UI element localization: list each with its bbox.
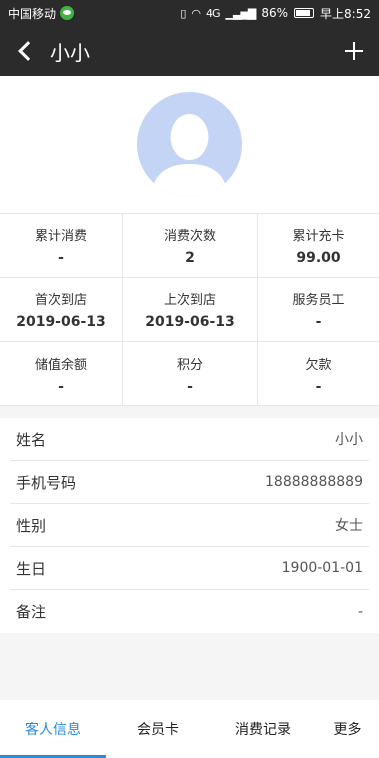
info-row-birthday[interactable]: 生日 1900-01-01: [10, 547, 369, 590]
battery-icon: [294, 8, 315, 18]
info-value: 女士: [335, 518, 363, 534]
stat-label: 积分: [176, 357, 203, 373]
tab-label: 消费记录: [235, 722, 291, 738]
wifi-icon: ◠: [191, 6, 201, 20]
stat-label: 累计消费: [34, 229, 87, 244]
status-bar: 中国移动 ▯ ◠ 4G ▁▃▅▇ 86% 早上8:52: [0, 0, 379, 26]
stat-value: -: [187, 378, 193, 395]
vibrate-icon: ▯: [180, 6, 186, 20]
stat-label: 上次到店: [163, 293, 216, 308]
wechat-icon: [60, 6, 75, 20]
stat-label: 首次到店: [34, 293, 87, 308]
back-button[interactable]: [0, 26, 50, 76]
avatar[interactable]: [137, 92, 242, 197]
info-value: 18888888889: [265, 474, 363, 490]
stat-label: 服务员工: [292, 293, 345, 308]
stat-total-recharge: 累计充卡 99.00: [258, 214, 379, 278]
nav-bar: 小小: [0, 26, 379, 76]
page-title: 小小: [50, 40, 90, 65]
carrier-name: 中国移动: [8, 6, 57, 21]
stat-value: 2019-06-13: [145, 314, 235, 330]
tab-label: 更多: [333, 722, 362, 738]
tab-label: 会员卡: [137, 722, 179, 738]
info-value: 1900-01-01: [281, 560, 363, 576]
info-label: 手机号码: [16, 473, 77, 492]
stat-label: 累计充卡: [292, 229, 345, 244]
info-row-phone[interactable]: 手机号码 18888888889: [10, 461, 369, 504]
stat-debt: 欠款 -: [258, 342, 379, 406]
chevron-left-icon: [18, 41, 38, 61]
stat-value: -: [58, 250, 64, 266]
stat-value: -: [315, 378, 322, 395]
battery-percent: 86%: [261, 6, 289, 20]
info-value: -: [357, 603, 363, 620]
tab-purchase-history[interactable]: 消费记录: [210, 700, 316, 758]
info-label: 生日: [16, 559, 47, 578]
stat-visit-count: 消费次数 2: [123, 214, 258, 278]
person-silhouette-icon: [151, 114, 228, 197]
stat-value: 99.00: [296, 250, 341, 266]
add-button[interactable]: [329, 26, 379, 76]
info-label: 姓名: [16, 430, 47, 449]
stat-points: 积分 -: [123, 342, 258, 406]
stat-label: 消费次数: [163, 229, 216, 244]
info-row-notes[interactable]: 备注 -: [10, 590, 369, 633]
stat-first-visit: 首次到店 2019-06-13: [0, 278, 123, 342]
stat-stored-balance: 储值余额 -: [0, 342, 123, 406]
network-type: 4G: [206, 6, 220, 20]
stat-service-staff: 服务员工 -: [258, 278, 379, 342]
stat-label: 储值余额: [34, 357, 87, 373]
status-bar-right: ▯ ◠ 4G ▁▃▅▇ 86% 早上8:52: [180, 5, 371, 22]
plus-icon-vertical: [352, 42, 356, 60]
stat-value: 2019-06-13: [16, 314, 106, 330]
signal-icon: ▁▃▅▇: [225, 6, 257, 20]
tab-customer-info[interactable]: 客人信息: [0, 700, 106, 758]
tab-membership-card[interactable]: 会员卡: [106, 700, 210, 758]
stat-last-visit: 上次到店 2019-06-13: [123, 278, 258, 342]
stat-value: -: [315, 314, 322, 330]
stat-total-spending: 累计消费 -: [0, 214, 123, 278]
info-row-gender[interactable]: 性别 女士: [10, 504, 369, 547]
stat-value: 2: [185, 250, 195, 266]
info-label: 性别: [16, 516, 47, 535]
tab-more[interactable]: 更多: [316, 700, 379, 758]
info-label: 备注: [16, 603, 47, 621]
tab-label: 客人信息: [25, 722, 81, 738]
customer-info-list: 姓名 小小 手机号码 18888888889 性别 女士 生日 1900-01-…: [0, 418, 379, 633]
status-bar-left: 中国移动: [8, 5, 75, 22]
bottom-tab-bar: 客人信息 会员卡 消费记录 更多: [0, 700, 379, 758]
stat-label: 欠款: [305, 357, 332, 373]
info-value: 小小: [335, 432, 363, 448]
avatar-section: [0, 76, 379, 213]
clock: 早上8:52: [320, 6, 371, 21]
info-row-name[interactable]: 姓名 小小: [10, 418, 369, 461]
stat-value: -: [58, 378, 64, 395]
customer-stats-grid: 累计消费 - 消费次数 2 累计充卡 99.00 首次到店 2019-06-13…: [0, 213, 379, 406]
